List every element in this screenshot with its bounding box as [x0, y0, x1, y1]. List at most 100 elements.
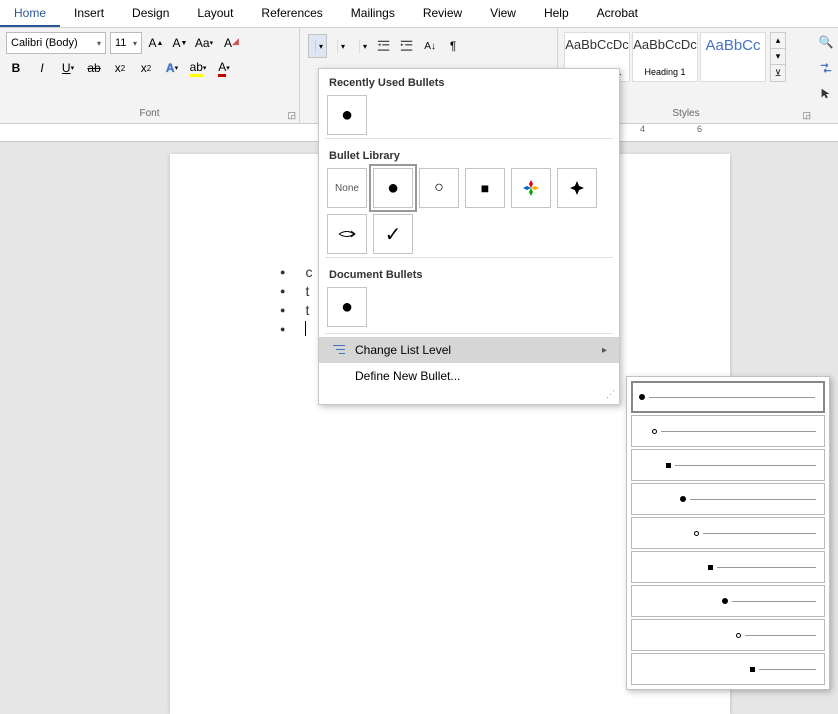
bold-button[interactable]: B: [6, 58, 26, 78]
separator: [325, 333, 613, 334]
bullet-recent-disc[interactable]: ●: [327, 95, 367, 135]
style-heading2[interactable]: AaBbCc: [700, 32, 766, 82]
font-name-combo[interactable]: Calibri (Body) ▾: [6, 32, 106, 54]
ruler-mark: 4: [640, 124, 645, 134]
chevron-down-icon: ▾: [97, 39, 101, 48]
chevron-right-icon: ▸: [602, 345, 607, 356]
list-level-3[interactable]: [631, 449, 825, 481]
bullet-circle[interactable]: ○: [419, 168, 459, 208]
circle-bullet-icon: [736, 633, 741, 638]
chevron-down-icon: ▾: [133, 39, 137, 48]
tab-insert[interactable]: Insert: [60, 0, 118, 27]
separator: [325, 257, 613, 258]
circle-bullet-icon: ○: [434, 179, 444, 197]
styles-down-button[interactable]: ▾: [771, 49, 785, 65]
replace-button[interactable]: [816, 58, 836, 78]
change-list-level-item[interactable]: Change List Level ▸: [319, 337, 619, 363]
list-level-2[interactable]: [631, 415, 825, 447]
bullet-document-disc[interactable]: ●: [327, 287, 367, 327]
list-level-4[interactable]: [631, 483, 825, 515]
select-button[interactable]: [816, 84, 836, 104]
bullet-arrow[interactable]: [327, 214, 367, 254]
tab-help[interactable]: Help: [530, 0, 583, 27]
bullet-check[interactable]: ✓: [373, 214, 413, 254]
four-diamond-icon: [522, 179, 540, 197]
style-name: Heading 1: [644, 67, 685, 77]
document-bullets-title: Document Bullets: [319, 261, 619, 287]
tab-review[interactable]: Review: [409, 0, 476, 27]
tab-mailings[interactable]: Mailings: [337, 0, 409, 27]
show-marks-button[interactable]: ¶: [443, 36, 463, 56]
disc-bullet-icon: [680, 496, 686, 502]
tab-home[interactable]: Home: [0, 0, 60, 27]
bullet-none[interactable]: None: [327, 168, 367, 208]
square-bullet-icon: [750, 667, 755, 672]
clear-formatting-button[interactable]: A◢: [218, 33, 238, 53]
text-effects-button[interactable]: A▾: [162, 58, 182, 78]
list-level-8[interactable]: [631, 619, 825, 651]
editing-group: 🔍: [814, 28, 838, 123]
sort-button[interactable]: A↓: [420, 36, 440, 56]
styles-up-button[interactable]: ▴: [771, 33, 785, 49]
font-group: Calibri (Body) ▾ 11 ▾ A▲ A▼ Aa▾ A◢ B I U…: [0, 28, 300, 123]
tab-acrobat[interactable]: Acrobat: [583, 0, 652, 27]
bullet-black-4diamond[interactable]: [557, 168, 597, 208]
bullet-square[interactable]: ■: [465, 168, 505, 208]
italic-button[interactable]: I: [32, 58, 52, 78]
style-preview: AaBbCc: [705, 37, 760, 54]
disc-bullet-icon: [639, 394, 645, 400]
font-color-button[interactable]: A▾: [214, 58, 234, 78]
change-case-button[interactable]: Aa▾: [194, 33, 214, 53]
increase-indent-button[interactable]: [397, 36, 417, 56]
tab-references[interactable]: References: [247, 0, 336, 27]
change-level-label: Change List Level: [355, 343, 451, 357]
tab-layout[interactable]: Layout: [183, 0, 247, 27]
disc-bullet-icon: ●: [387, 177, 399, 200]
square-bullet-icon: ■: [481, 180, 489, 196]
styles-dialog-launcher-icon[interactable]: ◲: [802, 110, 811, 121]
list-level-7[interactable]: [631, 585, 825, 617]
styles-scroll: ▴ ▾ ⊻: [770, 32, 786, 82]
find-button[interactable]: 🔍: [816, 32, 836, 52]
shrink-font-button[interactable]: A▼: [170, 33, 190, 53]
decrease-indent-button[interactable]: [374, 36, 394, 56]
bullet-library-title: Bullet Library: [319, 142, 619, 168]
list-level-5[interactable]: [631, 517, 825, 549]
circle-bullet-icon: [694, 531, 699, 536]
list-level-1[interactable]: [631, 381, 825, 413]
circle-bullet-icon: [652, 429, 657, 434]
list-level-9[interactable]: [631, 653, 825, 685]
superscript-button[interactable]: x2: [136, 58, 156, 78]
define-new-label: Define New Bullet...: [355, 369, 460, 383]
resize-grip-icon[interactable]: ⋰: [319, 389, 619, 400]
font-name-value: Calibri (Body): [11, 37, 78, 49]
separator: [325, 138, 613, 139]
grow-font-button[interactable]: A▲: [146, 33, 166, 53]
tab-view[interactable]: View: [476, 0, 530, 27]
ruler-mark: 6: [697, 124, 702, 134]
tab-design[interactable]: Design: [118, 0, 183, 27]
subscript-button[interactable]: x2: [110, 58, 130, 78]
change-level-icon: [331, 344, 349, 356]
bullet-disc[interactable]: ●: [373, 168, 413, 208]
font-size-combo[interactable]: 11 ▾: [110, 32, 142, 54]
black-four-diamond-icon: [568, 179, 586, 197]
underline-button[interactable]: U▾: [58, 58, 78, 78]
bullet-4diamond[interactable]: [511, 168, 551, 208]
multilevel-list-button[interactable]: ▾: [352, 34, 371, 58]
style-heading1[interactable]: AaBbCcDc Heading 1: [632, 32, 698, 82]
check-bullet-icon: ✓: [385, 222, 402, 247]
list-level-6[interactable]: [631, 551, 825, 583]
strikethrough-button[interactable]: ab: [84, 58, 104, 78]
chevron-down-icon: ▾: [315, 40, 326, 53]
recent-bullets-title: Recently Used Bullets: [319, 69, 619, 95]
styles-expand-button[interactable]: ⊻: [771, 65, 785, 81]
highlight-button[interactable]: ab▾: [188, 58, 208, 78]
bullets-button[interactable]: ▾: [308, 34, 327, 58]
numbering-button[interactable]: 123 ▾: [330, 34, 349, 58]
font-dialog-launcher-icon[interactable]: ◲: [287, 110, 296, 121]
bullets-dropdown: Recently Used Bullets ● Bullet Library N…: [318, 68, 620, 405]
ribbon-tabs: Home Insert Design Layout References Mai…: [0, 0, 838, 28]
disc-bullet-icon: [722, 598, 728, 604]
define-new-bullet-item[interactable]: Define New Bullet...: [319, 363, 619, 389]
